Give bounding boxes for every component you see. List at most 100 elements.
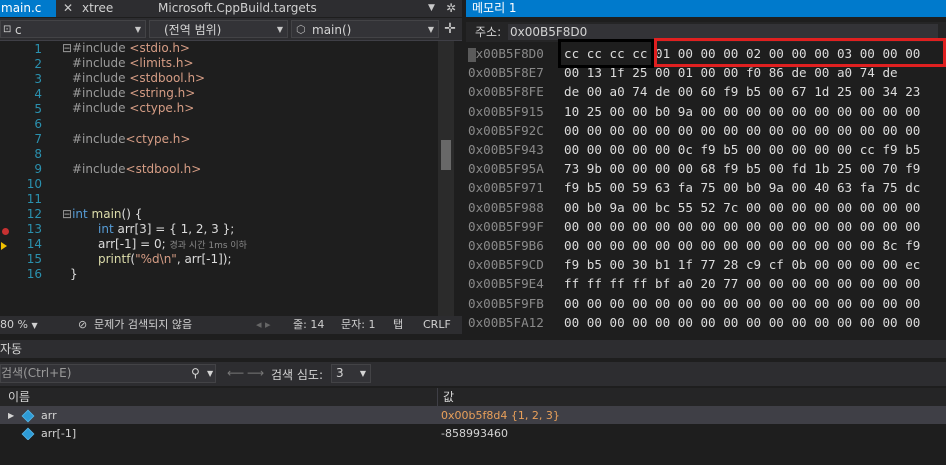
code-line-16[interactable]: } <box>70 267 78 282</box>
chevron-down-icon: ▼ <box>359 369 366 378</box>
memory-row-address: 0x00B5F95A <box>468 161 544 177</box>
code-line-9[interactable]: #include<stdbool.h> <box>72 162 201 177</box>
editor-scrollbar-thumb[interactable] <box>441 140 451 170</box>
eol-indicator[interactable]: CRLF <box>423 316 451 334</box>
memory-caret <box>468 48 476 62</box>
memory-row-bytes[interactable]: de 00 a0 74 de 00 60 f9 b5 00 67 1d 25 0… <box>564 81 920 102</box>
autos-row[interactable]: ▶ arr 0x00b5f8d4 {1, 2, 3} <box>0 407 946 424</box>
project-dropdown[interactable]: ⊡ c ▼ <box>0 20 146 38</box>
memory-row-bytes[interactable]: 00 00 00 00 00 00 00 00 00 00 00 00 00 0… <box>564 120 920 141</box>
memory-row-bytes[interactable]: f9 b5 00 59 63 fa 75 00 b0 9a 00 40 63 f… <box>564 177 920 198</box>
expand-arrow-icon[interactable]: ▶ <box>8 407 14 424</box>
line-number: 14 <box>26 237 42 251</box>
autos-toolbar: 검색(Ctrl+E) ⚲ ▼ ⟵ ⟶ 검색 심도: 3 ▼ <box>0 362 946 386</box>
memory-row-address: 0x00B5FA12 <box>468 314 544 330</box>
line-number: 8 <box>34 147 42 161</box>
column-header-name[interactable]: 이름 <box>8 388 30 406</box>
line-number: 12 <box>26 207 42 221</box>
code-line-5[interactable]: #include <ctype.h> <box>72 101 194 116</box>
autos-empty-area <box>0 440 946 465</box>
memory-row-bytes[interactable]: f9 b5 00 30 b1 1f 77 28 c9 cf 0b 00 00 0… <box>564 254 920 275</box>
forward-arrow-icon[interactable]: ⟶ <box>247 366 264 380</box>
memory-row-bytes[interactable]: 00 00 00 00 00 00 00 00 00 00 00 00 00 0… <box>564 216 920 237</box>
project-dropdown-value: c <box>15 23 22 37</box>
line-number: 16 <box>26 267 42 281</box>
scope-dropdown-value: (전역 범위) <box>164 23 222 37</box>
memory-row-address: 0x00B5F971 <box>468 180 544 196</box>
annotation-red-box <box>654 38 946 67</box>
line-number: 2 <box>34 57 42 71</box>
memory-row-bytes[interactable]: 00 00 00 00 00 0c f9 b5 00 00 00 00 00 c… <box>564 139 920 160</box>
variable-icon <box>21 409 35 423</box>
line-number: 3 <box>34 72 42 86</box>
code-line-14[interactable]: arr[-1] = 0; 경과 시간 1ms 이하 <box>98 237 247 252</box>
memory-grid[interactable]: 0x00B5F8D0 cc cc cc cc 01 00 00 00 02 00 … <box>466 43 946 331</box>
line-number: 1 <box>34 42 42 56</box>
autos-search-input[interactable]: 검색(Ctrl+E) ⚲ ▼ <box>0 364 216 383</box>
tab-list-dropdown-icon[interactable]: ▼ <box>428 0 435 17</box>
memory-row-bytes[interactable]: ff ff ff ff bf a0 20 77 00 00 00 00 00 0… <box>564 273 920 294</box>
memory-row-address: 0x00B5F8E7 <box>468 65 544 81</box>
memory-row-bytes[interactable]: 00 00 00 00 00 00 00 00 00 00 00 00 00 0… <box>564 293 920 314</box>
code-line-15[interactable]: printf("%d\n", arr[-1]); <box>98 252 232 267</box>
search-icon[interactable]: ⚲ <box>191 365 200 382</box>
line-number: 15 <box>26 252 42 266</box>
address-input-value: 0x00B5F8D0 <box>510 25 588 39</box>
code-line-7[interactable]: #include<ctype.h> <box>72 132 190 147</box>
line-number: 4 <box>34 87 42 101</box>
memory-row-bytes[interactable]: 00 b0 9a 00 bc 55 52 7c 00 00 00 00 00 0… <box>564 197 920 218</box>
memory-row-address: 0x00B5F943 <box>468 142 544 157</box>
memory-title-text: 메모리 1 <box>472 1 517 15</box>
memory-row-address: 0x00B5F99F <box>468 218 544 234</box>
column-header-value[interactable]: 값 <box>443 388 454 406</box>
memory-row-bytes[interactable]: 00 00 00 00 00 00 00 00 00 00 00 00 00 0… <box>564 235 920 256</box>
scope-dropdown[interactable]: (전역 범위) ▼ <box>149 20 288 38</box>
line-number: 6 <box>34 117 42 131</box>
tab-xtree[interactable]: xtree <box>82 0 113 17</box>
include-target: <stdio.h> <box>129 41 190 55</box>
code-editor[interactable]: ⊟#include <stdio.h> #include <limits.h> … <box>44 41 438 316</box>
tab-main-c[interactable]: main.c <box>0 0 56 17</box>
search-depth-dropdown[interactable]: 3 ▼ <box>331 364 371 383</box>
editor-scrollbar[interactable] <box>438 41 454 316</box>
line-number-gutter: 1 2 3 4 5 6 7 8 9 10 11 12 13 14 15 16 <box>0 41 44 316</box>
code-line-12[interactable]: ⊟int main() { <box>62 207 142 222</box>
memory-row-address: 0x00B5F9B6 <box>468 238 544 253</box>
code-line-3[interactable]: #include <stdbool.h> <box>72 71 205 86</box>
editor-status-bar: 80 % ▼ ⊘ 문제가 검색되지 않음 ◂ ▸ 줄: 14 문자: 1 탭 C… <box>0 316 462 334</box>
tab-close-icon[interactable]: ✕ <box>63 0 73 17</box>
chevron-down-icon: ▼ <box>31 321 38 330</box>
memory-row-bytes[interactable]: 73 9b 00 00 00 00 68 f9 b5 00 fd 1b 25 0… <box>564 158 920 179</box>
code-line-13[interactable]: int arr[3] = { 1, 2, 3 }; <box>98 222 234 237</box>
autos-row-value[interactable]: 0x00b5f8d4 {1, 2, 3} <box>441 407 560 424</box>
editor-tab-strip: main.c ✕ xtree Microsoft.CppBuild.target… <box>0 0 462 17</box>
scroll-arrows-icon[interactable]: ◂ ▸ <box>256 316 271 334</box>
tab-indicator[interactable]: 탭 <box>393 316 403 334</box>
column-divider[interactable] <box>437 388 438 406</box>
code-line-4[interactable]: #include <string.h> <box>72 86 195 101</box>
memory-row-address: 0x00B5F92C <box>468 122 544 138</box>
tab-cppbuild-targets[interactable]: Microsoft.CppBuild.targets <box>158 0 317 17</box>
split-window-icon[interactable]: ✛ <box>441 20 459 38</box>
memory-window-title: 메모리 1 <box>466 0 946 17</box>
chevron-down-icon[interactable]: ▼ <box>207 365 213 382</box>
back-arrow-icon[interactable]: ⟵ <box>227 366 244 380</box>
function-dropdown[interactable]: ⬡ main() ▼ <box>291 20 439 38</box>
memory-row-bytes[interactable]: 10 25 00 00 b0 9a 00 00 00 00 00 00 00 0… <box>564 101 920 122</box>
code-line-1[interactable]: ⊟#include <stdio.h> <box>62 41 190 56</box>
line-number: 9 <box>34 162 42 176</box>
tab-main-c-label: main.c <box>1 1 42 15</box>
code-line-2[interactable]: #include <limits.h> <box>72 56 194 71</box>
line-number: 5 <box>34 102 42 116</box>
memory-row-address: 0x00B5F8D0 <box>468 46 544 61</box>
gear-icon[interactable]: ✲ <box>446 0 456 17</box>
perf-tip: 경과 시간 1ms 이하 <box>169 241 247 251</box>
memory-row-address: 0x00B5F915 <box>468 103 544 119</box>
check-circle-icon: ⊘ <box>78 318 88 331</box>
line-number: 11 <box>26 192 42 206</box>
memory-row-bytes[interactable]: 00 00 00 00 00 00 00 00 00 00 00 00 00 0… <box>564 312 920 333</box>
issues-status[interactable]: 문제가 검색되지 않음 <box>94 316 192 334</box>
chevron-down-icon: ▼ <box>276 25 283 34</box>
zoom-dropdown[interactable]: 80 % ▼ <box>0 316 38 335</box>
zoom-value: 80 % <box>0 318 28 331</box>
